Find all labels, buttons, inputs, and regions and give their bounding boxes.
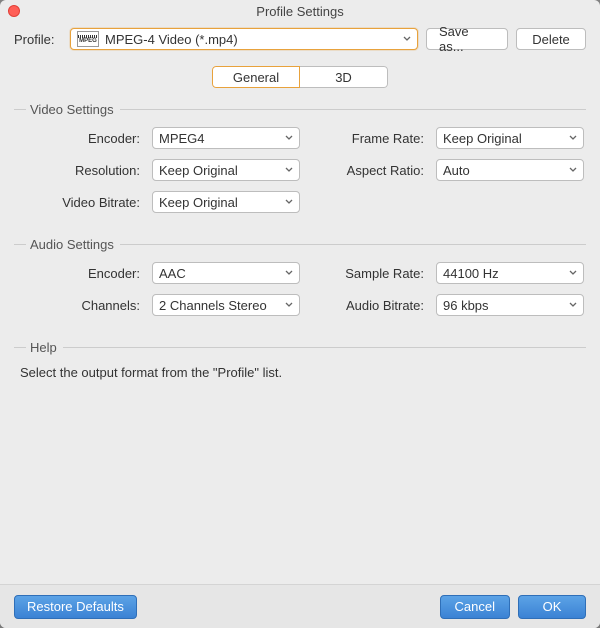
- audio-bitrate-label: Audio Bitrate:: [308, 298, 428, 313]
- profile-settings-window: Profile Settings Profile: MPEG MPEG-4 Vi…: [0, 0, 600, 628]
- close-icon[interactable]: [8, 5, 20, 17]
- aspect-select[interactable]: Auto: [436, 159, 584, 181]
- chevron-down-icon: [569, 301, 577, 309]
- aspect-label: Aspect Ratio:: [308, 163, 428, 178]
- chevron-down-icon: [403, 35, 411, 43]
- delete-button[interactable]: Delete: [516, 28, 586, 50]
- video-encoder-select[interactable]: MPEG4: [152, 127, 300, 149]
- help-text: Select the output format from the "Profi…: [14, 365, 586, 380]
- chevron-down-icon: [569, 134, 577, 142]
- tabs: General 3D: [14, 66, 586, 88]
- profile-select[interactable]: MPEG MPEG-4 Video (*.mp4): [70, 28, 418, 50]
- tab-group: General 3D: [212, 66, 388, 88]
- audio-bitrate-select[interactable]: 96 kbps: [436, 294, 584, 316]
- tab-general[interactable]: General: [212, 66, 300, 88]
- mpeg-icon: MPEG: [77, 31, 99, 47]
- footer: Restore Defaults Cancel OK: [0, 584, 600, 628]
- profile-value: MPEG-4 Video (*.mp4): [105, 32, 238, 47]
- chevron-down-icon: [285, 301, 293, 309]
- chevron-down-icon: [285, 198, 293, 206]
- chevron-down-icon: [569, 269, 577, 277]
- window-title: Profile Settings: [0, 4, 600, 19]
- content: Profile: MPEG MPEG-4 Video (*.mp4) Save …: [0, 22, 600, 584]
- chevron-down-icon: [285, 269, 293, 277]
- framerate-select[interactable]: Keep Original: [436, 127, 584, 149]
- audio-encoder-select[interactable]: AAC: [152, 262, 300, 284]
- video-settings-group: Video Settings Encoder: MPEG4 Frame Rate…: [14, 102, 586, 213]
- channels-label: Channels:: [14, 298, 144, 313]
- profile-label: Profile:: [14, 32, 62, 47]
- chevron-down-icon: [285, 134, 293, 142]
- samplerate-select[interactable]: 44100 Hz: [436, 262, 584, 284]
- chevron-down-icon: [569, 166, 577, 174]
- cancel-button[interactable]: Cancel: [440, 595, 510, 619]
- ok-button[interactable]: OK: [518, 595, 586, 619]
- video-encoder-label: Encoder:: [14, 131, 144, 146]
- audio-encoder-label: Encoder:: [14, 266, 144, 281]
- titlebar: Profile Settings: [0, 0, 600, 22]
- resolution-select[interactable]: Keep Original: [152, 159, 300, 181]
- tab-3d[interactable]: 3D: [300, 66, 388, 88]
- video-bitrate-label: Video Bitrate:: [14, 195, 144, 210]
- channels-select[interactable]: 2 Channels Stereo: [152, 294, 300, 316]
- window-controls: [8, 5, 20, 17]
- help-group: Help Select the output format from the "…: [14, 340, 586, 380]
- video-bitrate-select[interactable]: Keep Original: [152, 191, 300, 213]
- restore-defaults-button[interactable]: Restore Defaults: [14, 595, 137, 619]
- audio-settings-group: Audio Settings Encoder: AAC Sample Rate:…: [14, 237, 586, 316]
- framerate-label: Frame Rate:: [308, 131, 428, 146]
- chevron-down-icon: [285, 166, 293, 174]
- save-as-button[interactable]: Save as...: [426, 28, 508, 50]
- help-group-title: Help: [14, 340, 586, 355]
- profile-row: Profile: MPEG MPEG-4 Video (*.mp4) Save …: [14, 28, 586, 50]
- resolution-label: Resolution:: [14, 163, 144, 178]
- video-group-title: Video Settings: [14, 102, 586, 117]
- audio-group-title: Audio Settings: [14, 237, 586, 252]
- samplerate-label: Sample Rate:: [308, 266, 428, 281]
